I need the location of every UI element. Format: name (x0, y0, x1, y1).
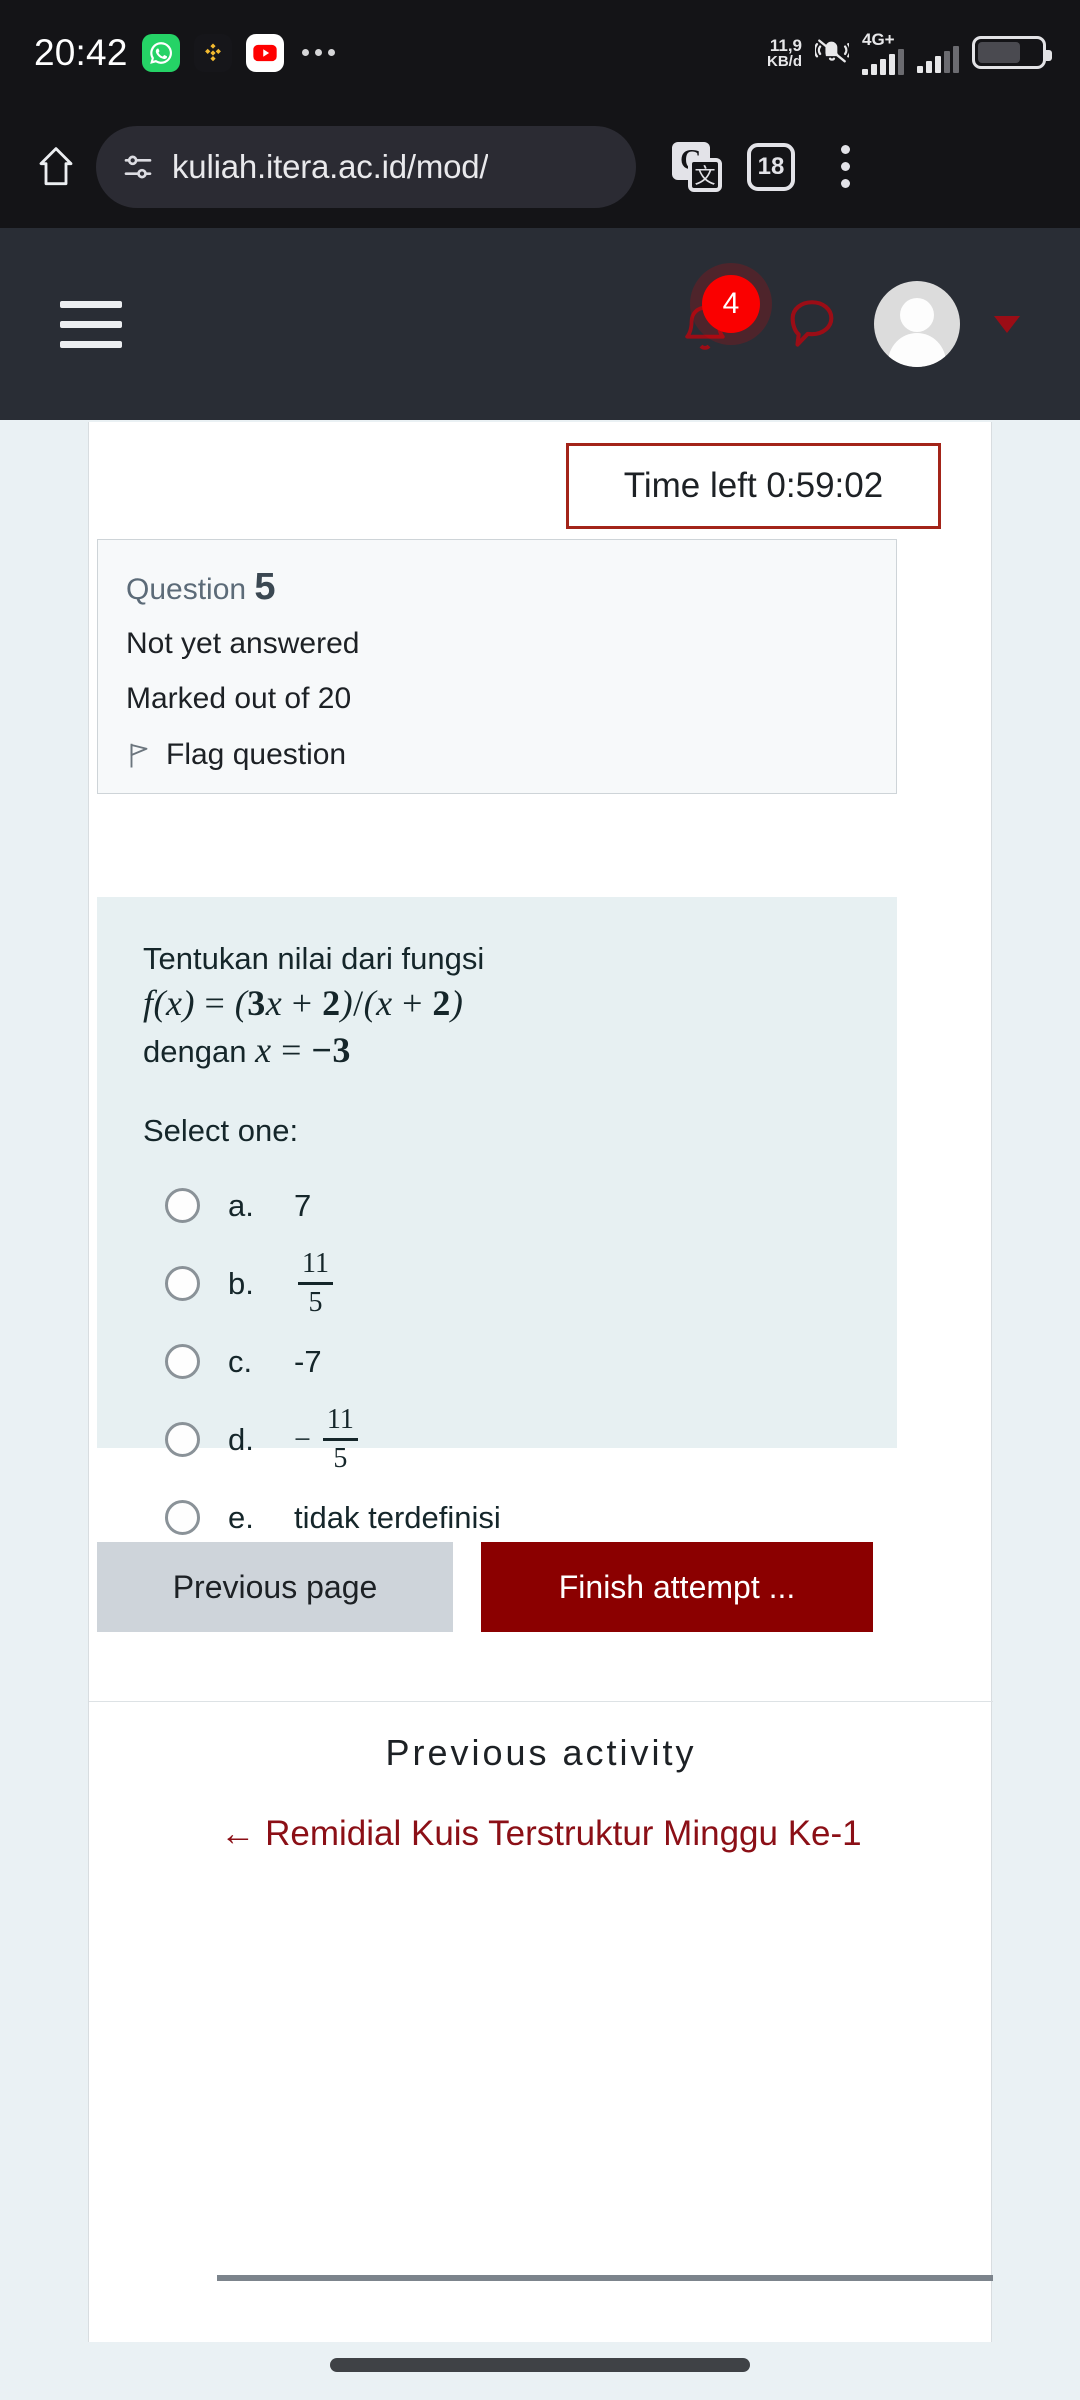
answer-options: a. 7 b. 11 5 c. -7 d. − 11 5 e. tidak te… (143, 1167, 851, 1557)
left-arrow-icon: ← (220, 1814, 256, 1853)
quiz-card: Time left 0:59:02 Question 5 Not yet ans… (88, 422, 993, 2342)
address-bar-url[interactable]: kuliah.itera.ac.id/mod/ (172, 148, 488, 186)
previous-activity-section: Previous activity ← Remidial Kuis Terstr… (89, 1732, 993, 1857)
radio-b[interactable] (165, 1266, 200, 1302)
prompt-formula: f(x) = (3x + 2)/(x + 2) (143, 982, 464, 1023)
tune-icon[interactable] (122, 151, 154, 183)
hamburger-icon[interactable] (60, 300, 122, 348)
option-value-e: tidak terdefinisi (294, 1499, 501, 1535)
tab-count: 18 (747, 142, 795, 191)
option-letter-b: b. (228, 1265, 254, 1301)
avatar[interactable] (874, 281, 960, 367)
quiz-timer-label: Time left 0:59:02 (623, 466, 884, 505)
mobile-signal-primary: 4G+ (862, 31, 904, 75)
network-type-label: 4G+ (862, 29, 895, 49)
message-bubble-icon[interactable] (760, 272, 864, 376)
browser-toolbar: kuliah.itera.ac.id/mod/ G 文 18 (0, 105, 1080, 228)
option-value-b: 11 5 (294, 1250, 333, 1317)
question-info-block: Question 5 Not yet answered Marked out o… (97, 539, 897, 794)
navbar-actions: 4 (650, 269, 1020, 379)
horizontal-scrollbar[interactable] (217, 2275, 993, 2281)
network-rate: 11,9 KB/d (767, 37, 802, 69)
youtube-icon (245, 33, 284, 72)
fraction-b-denominator: 5 (308, 1287, 323, 1319)
question-heading: Question 5 (126, 566, 868, 609)
question-number: 5 (254, 566, 276, 608)
answer-option-b[interactable]: b. 11 5 (143, 1245, 851, 1323)
more-apps-icon (301, 49, 335, 56)
question-word: Question (126, 573, 247, 606)
previous-activity-heading: Previous activity (385, 1732, 697, 1773)
finish-attempt-button[interactable]: Finish attempt ... (481, 1542, 873, 1632)
question-state: Not yet answered (126, 627, 360, 660)
option-value-c: -7 (294, 1343, 322, 1379)
quiz-nav-buttons: Previous page Finish attempt ... (97, 1542, 897, 1632)
previous-activity-link-text: Remidial Kuis Terstruktur Minggu Ke-1 (265, 1814, 862, 1853)
flag-question-label: Flag question (166, 738, 347, 771)
translate-icon-glyph: 文 (688, 157, 722, 192)
battery-indicator: 70 (972, 36, 1052, 69)
question-marks: Marked out of 20 (126, 682, 352, 715)
prompt-line-3-prefix: dengan (143, 1034, 247, 1070)
network-rate-unit: KB/d (767, 52, 802, 70)
address-bar[interactable]: kuliah.itera.ac.id/mod/ (96, 125, 636, 208)
previous-activity-link[interactable]: ← Remidial Kuis Terstruktur Minggu Ke-1 (191, 1810, 891, 1857)
radio-a[interactable] (165, 1188, 200, 1224)
option-value-d: − 11 5 (294, 1406, 358, 1473)
quiz-timer: Time left 0:59:02 (566, 443, 941, 529)
fraction-d-numerator: 11 (326, 1404, 354, 1436)
select-one-label: Select one: (143, 1112, 299, 1148)
binance-icon (193, 33, 232, 72)
signal-bars-1 (862, 48, 904, 75)
question-prompt: Tentukan nilai dari fungsi f(x) = (3x + … (143, 939, 851, 1075)
network-rate-value: 11,9 (769, 35, 802, 55)
translate-icon[interactable]: G 文 (660, 130, 734, 204)
kebab-menu-icon[interactable] (808, 130, 882, 204)
prompt-line-1: Tentukan nilai dari fungsi (143, 941, 485, 976)
notifications-button[interactable]: 4 (650, 269, 760, 379)
android-gesture-handle[interactable] (330, 2358, 750, 2372)
fraction-d: 11 5 (322, 1404, 358, 1475)
section-divider (89, 1701, 993, 1702)
fraction-d-sign: − (294, 1422, 311, 1456)
mute-icon (813, 35, 852, 70)
android-status-bar: 20:42 11,9 KB/d 4G+ (0, 0, 1080, 105)
radio-c[interactable] (165, 1344, 200, 1380)
status-bar-left: 20:42 (34, 32, 335, 74)
option-letter-a: a. (228, 1187, 254, 1223)
home-icon[interactable] (24, 135, 88, 199)
chevron-down-icon[interactable] (994, 315, 1020, 333)
tab-switcher-button[interactable]: 18 (734, 130, 808, 204)
previous-page-button[interactable]: Previous page (97, 1542, 453, 1632)
fraction-d-denominator: 5 (333, 1443, 348, 1475)
option-letter-e: e. (228, 1499, 254, 1535)
question-body: Tentukan nilai dari fungsi f(x) = (3x + … (97, 897, 897, 1536)
status-bar-right: 11,9 KB/d 4G+ (767, 31, 1052, 75)
moodle-navbar: 4 (0, 228, 1080, 420)
radio-e[interactable] (165, 1500, 200, 1536)
whatsapp-icon (141, 33, 180, 72)
notification-badge: 4 (702, 275, 760, 333)
option-letter-c: c. (228, 1343, 253, 1379)
radio-d[interactable] (165, 1422, 200, 1458)
prompt-line-3: dengan x = −3 (143, 1027, 851, 1075)
answer-option-a[interactable]: a. 7 (143, 1167, 851, 1245)
prompt-line-3-formula: x = −3 (255, 1030, 351, 1071)
page-content: Time left 0:59:02 Question 5 Not yet ans… (0, 420, 1080, 2400)
option-letter-d: d. (228, 1421, 254, 1457)
fraction-b: 11 5 (298, 1250, 333, 1317)
option-value-a: 7 (294, 1187, 312, 1223)
phone-screen: 20:42 11,9 KB/d 4G+ kuliah.itera.ac.id/m… (0, 0, 1080, 2400)
fraction-b-numerator: 11 (302, 1248, 329, 1280)
signal-bars-2 (917, 45, 959, 73)
status-clock: 20:42 (34, 31, 128, 73)
flag-question-button[interactable]: Flag question (126, 738, 868, 772)
answer-option-d[interactable]: d. − 11 5 (143, 1401, 851, 1479)
answer-option-c[interactable]: c. -7 (143, 1323, 851, 1401)
